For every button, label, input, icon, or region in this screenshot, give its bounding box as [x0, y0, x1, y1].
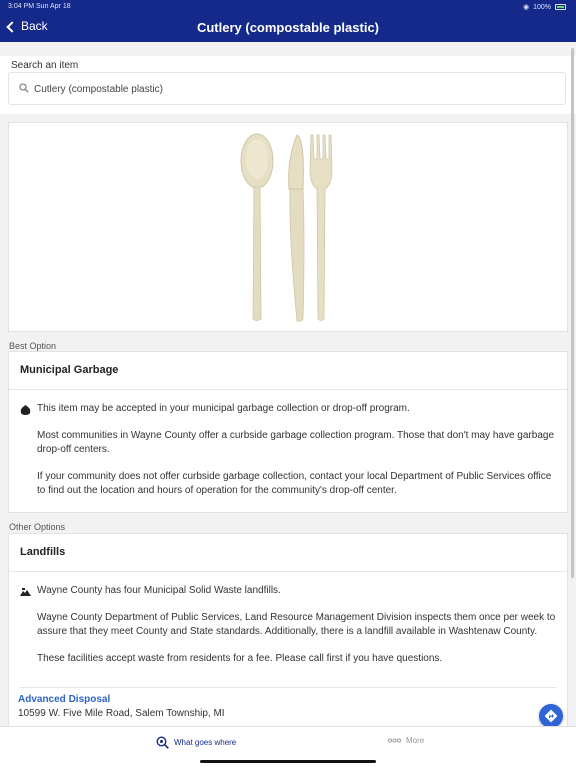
- best-option-title: Municipal Garbage: [9, 352, 567, 390]
- other-options-body: Wayne County has four Municipal Solid Wa…: [9, 572, 567, 687]
- cutlery-image: [240, 133, 333, 322]
- status-bar: 3:04 PM Sun Apr 18 ◉ 100%: [0, 0, 576, 14]
- search-section: Search an item: [0, 56, 576, 114]
- search-icon: [19, 83, 29, 93]
- battery-icon: [555, 4, 566, 10]
- best-option-paragraph: If your community does not offer curbsid…: [37, 471, 552, 496]
- page-title: Cutlery (compostable plastic): [196, 20, 380, 35]
- status-indicators: ◉ 100%: [523, 3, 566, 11]
- status-time: 3:04 PM Sun Apr 18: [8, 3, 71, 10]
- search-label: Search an item: [11, 60, 79, 71]
- facility-address: 10599 W. Five Mile Road, Salem Township,…: [18, 708, 225, 719]
- landfill-icon: [20, 588, 31, 596]
- directions-icon: [544, 709, 558, 723]
- home-indicator: [200, 760, 376, 763]
- best-option-card: Municipal Garbage This item may be accep…: [8, 351, 568, 513]
- garbage-bag-icon: [20, 405, 31, 415]
- more-dots-icon: [388, 738, 401, 743]
- battery-percent: 100%: [533, 3, 551, 11]
- tab-label: More: [406, 736, 425, 745]
- navigation-bar: Back Cutlery (compostable plastic): [0, 14, 576, 42]
- search-input[interactable]: [34, 79, 554, 99]
- best-option-label: Best Option: [9, 341, 57, 351]
- tab-what-goes-where[interactable]: What goes where: [156, 736, 236, 749]
- tab-more[interactable]: More: [388, 736, 424, 745]
- best-option-paragraph: Most communities in Wayne County offer a…: [37, 430, 555, 455]
- tab-label: What goes where: [174, 738, 237, 747]
- search-box[interactable]: [8, 72, 566, 105]
- other-options-paragraph: Wayne County Department of Public Servic…: [37, 612, 556, 637]
- other-options-label: Other Options: [9, 522, 66, 532]
- directions-button[interactable]: [539, 704, 563, 728]
- scrollbar[interactable]: [571, 48, 574, 578]
- other-options-paragraph: Wayne County has four Municipal Solid Wa…: [37, 585, 281, 596]
- other-options-paragraph: These facilities accept waste from resid…: [37, 653, 443, 664]
- other-options-card: Landfills Wayne County has four Municipa…: [8, 533, 568, 733]
- best-option-paragraph: This item may be accepted in your munici…: [37, 403, 410, 414]
- other-options-title: Landfills: [9, 534, 567, 572]
- advanced-disposal-link[interactable]: Advanced Disposal: [9, 688, 567, 705]
- best-option-body: This item may be accepted in your munici…: [9, 390, 567, 519]
- search-location-icon: [156, 736, 169, 749]
- item-image: [8, 122, 568, 332]
- wifi-icon: ◉: [522, 4, 530, 11]
